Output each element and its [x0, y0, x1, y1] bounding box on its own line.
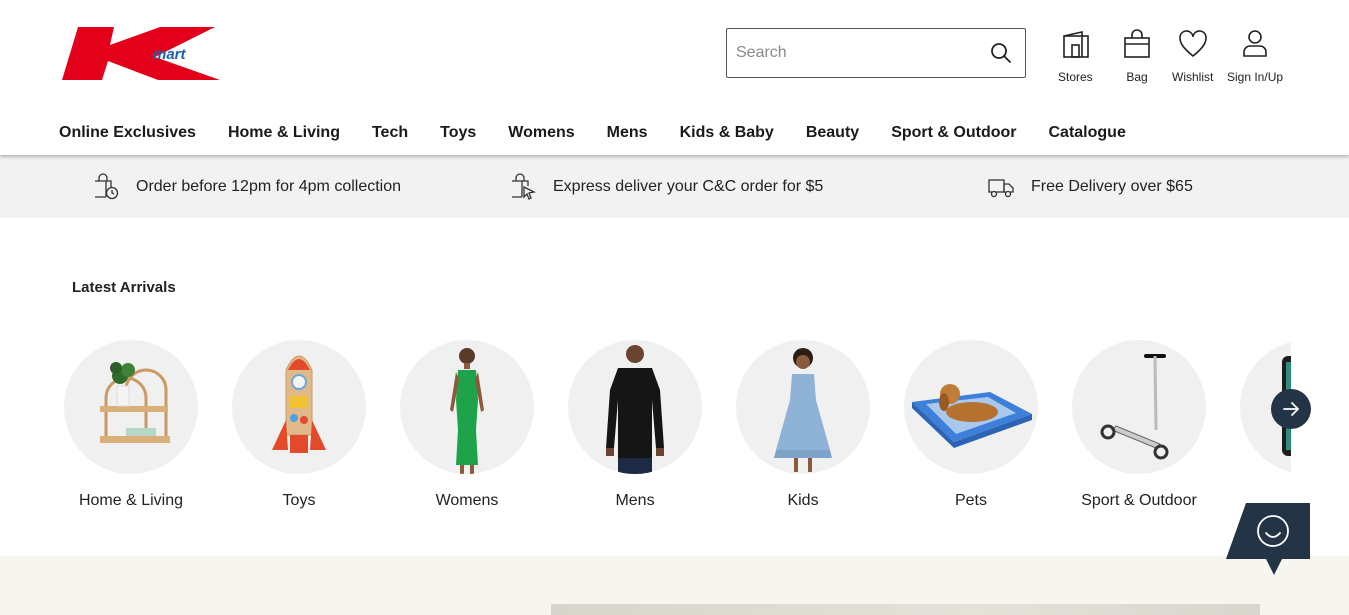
- category-label: Kids: [787, 492, 819, 509]
- truck-icon: [988, 178, 1014, 197]
- category-label: Sport & Outdoor: [1081, 492, 1197, 509]
- bag-cursor-icon: [512, 172, 536, 200]
- category-label: Toys: [282, 492, 316, 509]
- bag-label: Bag: [1126, 70, 1148, 84]
- category-label: Home & Living: [78, 492, 184, 509]
- category-label: Mens: [615, 492, 655, 509]
- promo-collection[interactable]: Order before 12pm for 4pm collection: [92, 155, 401, 218]
- category-home-living[interactable]: Home & Living: [51, 340, 211, 510]
- category-sport-outdoor[interactable]: Sport & Outdoor: [1059, 340, 1219, 510]
- category-carousel: Home & Living Toys Womens Mens Kids Pets…: [0, 340, 1291, 520]
- category-toys[interactable]: Toys: [219, 340, 379, 510]
- search-bar: [726, 28, 1026, 78]
- main-nav: Online Exclusives Home & Living Tech Toy…: [59, 124, 1158, 142]
- site-header: mart Stores Bag Wishlist: [0, 0, 1349, 155]
- dog-bed-image: [904, 340, 1038, 474]
- kmart-logo[interactable]: mart: [60, 25, 235, 82]
- green-dress-image: [400, 340, 534, 474]
- bag-icon: [1124, 29, 1150, 58]
- chat-smile-icon: [1226, 503, 1310, 575]
- category-label: Womens: [435, 492, 499, 509]
- nav-sport-outdoor[interactable]: Sport & Outdoor: [891, 124, 1016, 142]
- user-icon: [1243, 30, 1267, 57]
- sign-in-label: Sign In/Up: [1227, 70, 1284, 84]
- chat-button[interactable]: [1224, 503, 1310, 575]
- wishlist-label: Wishlist: [1172, 70, 1214, 84]
- search-icon[interactable]: [990, 42, 1012, 64]
- promo-collection-text: Order before 12pm for 4pm collection: [136, 177, 402, 195]
- promo-delivery-text: Free Delivery over $65: [1031, 177, 1193, 195]
- bag-link[interactable]: Bag: [1121, 28, 1153, 84]
- bag-clock-icon: [95, 172, 119, 199]
- arrow-right-icon: [1283, 402, 1299, 416]
- promo-express-text: Express deliver your C&C order for $5: [553, 177, 824, 195]
- sign-in-link[interactable]: Sign In/Up: [1227, 28, 1283, 84]
- latest-arrivals-title: Latest Arrivals: [72, 279, 176, 296]
- nav-womens[interactable]: Womens: [508, 124, 574, 142]
- category-mens[interactable]: Mens: [555, 340, 715, 510]
- category-womens[interactable]: Womens: [387, 340, 547, 510]
- logo-wordmark: mart: [153, 46, 187, 63]
- nav-mens[interactable]: Mens: [607, 124, 648, 142]
- black-shirt-image: [568, 340, 702, 474]
- heart-icon: [1178, 30, 1207, 58]
- blue-dress-girl-image: [736, 340, 870, 474]
- store-icon: [1063, 31, 1090, 58]
- category-label: Pets: [954, 492, 987, 509]
- nav-beauty[interactable]: Beauty: [806, 124, 859, 142]
- promo-banner: Order before 12pm for 4pm collection Exp…: [0, 155, 1349, 218]
- hero-image-edge: [551, 604, 1260, 615]
- kmart-logo-graphic: mart: [62, 27, 220, 80]
- nav-tech[interactable]: Tech: [372, 124, 408, 142]
- wishlist-link[interactable]: Wishlist: [1172, 28, 1213, 84]
- scooter-image: [1072, 340, 1206, 474]
- rocket-toy-image: [232, 340, 366, 474]
- category-pets[interactable]: Pets: [891, 340, 1051, 510]
- stores-link[interactable]: Stores: [1058, 28, 1093, 84]
- promo-delivery[interactable]: Free Delivery over $65: [987, 155, 1193, 218]
- promo-express[interactable]: Express deliver your C&C order for $5: [509, 155, 823, 218]
- category-kids[interactable]: Kids: [723, 340, 883, 510]
- stores-label: Stores: [1058, 70, 1093, 84]
- nav-toys[interactable]: Toys: [440, 124, 476, 142]
- nav-home-living[interactable]: Home & Living: [228, 124, 340, 142]
- shelf-image: [64, 340, 198, 474]
- nav-online-exclusives[interactable]: Online Exclusives: [59, 124, 196, 142]
- search-input[interactable]: [727, 31, 977, 75]
- carousel-next-button[interactable]: [1271, 389, 1311, 429]
- nav-kids-baby[interactable]: Kids & Baby: [680, 124, 774, 142]
- nav-catalogue[interactable]: Catalogue: [1049, 124, 1126, 142]
